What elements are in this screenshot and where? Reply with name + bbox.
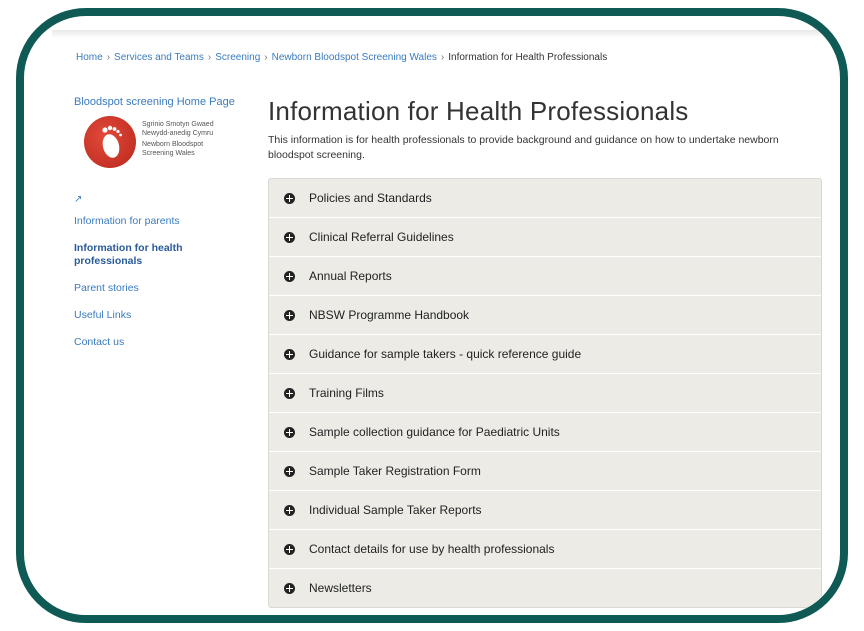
rounded-frame: Home › Services and Teams › Screening › Newbor…: [16, 8, 848, 623]
page-title: Information for Health Professionals: [268, 96, 689, 126]
breadcrumb-services[interactable]: Services and Teams: [114, 52, 204, 63]
expand-plus-icon: [284, 348, 295, 360]
logo-english-line-1: Newborn Bloodspot: [142, 141, 204, 148]
expand-plus-icon: [284, 309, 295, 321]
accordion-item-taker-reports[interactable]: Individual Sample Taker Reports: [269, 491, 821, 530]
accordion-label: Clinical Referral Guidelines: [309, 230, 454, 244]
accordion-item-newsletters[interactable]: Newsletters: [269, 569, 821, 607]
accordion-item-referral[interactable]: Clinical Referral Guidelines: [269, 218, 821, 257]
sidebar: Bloodspot screening Home Page Sgrinio Sm…: [74, 96, 244, 363]
expand-plus-icon: [284, 504, 295, 516]
nbsw-logo[interactable]: Sgrinio Smotyn Gwaed Newydd-anedig Cymru…: [84, 116, 244, 168]
expand-plus-icon: [284, 270, 295, 282]
breadcrumb-nbsw[interactable]: Newborn Bloodspot Screening Wales: [272, 52, 437, 63]
accordion: Policies and Standards Clinical Referral…: [268, 178, 822, 608]
breadcrumb-separator: ›: [106, 52, 111, 63]
accordion-item-training-films[interactable]: Training Films: [269, 374, 821, 413]
accordion-label: Sample Taker Registration Form: [309, 464, 481, 478]
accordion-item-handbook[interactable]: NBSW Programme Handbook: [269, 296, 821, 335]
expand-plus-icon: [284, 231, 295, 243]
sidebar-item-health-professionals[interactable]: Information for health professionals: [74, 242, 244, 268]
accordion-item-guidance[interactable]: Guidance for sample takers - quick refer…: [269, 335, 821, 374]
sidebar-item-useful-links[interactable]: Useful Links: [74, 309, 244, 322]
logo-welsh-line-1: Sgrinio Smotyn Gwaed: [142, 121, 214, 128]
accordion-label: Training Films: [309, 386, 384, 400]
accordion-item-contact-details[interactable]: Contact details for use by health profes…: [269, 530, 821, 569]
accordion-label: Newsletters: [309, 581, 372, 595]
breadcrumb-separator: ›: [440, 52, 445, 63]
breadcrumb-separator: ›: [264, 52, 268, 63]
sidebar-item-parents[interactable]: Information for parents: [74, 215, 244, 228]
expand-plus-icon: [284, 543, 295, 555]
accordion-label: Guidance for sample takers - quick refer…: [309, 347, 582, 361]
accordion-item-sample-collection[interactable]: Sample collection guidance for Paediatri…: [269, 413, 821, 452]
accordion-label: Policies and Standards: [309, 191, 432, 205]
bloodspot-home-link[interactable]: Bloodspot screening Home Page: [74, 96, 244, 108]
external-link-icon[interactable]: ↗: [74, 194, 244, 205]
accordion-label: Annual Reports: [309, 269, 392, 283]
breadcrumb-separator: ›: [207, 52, 212, 63]
logo-english-line-2: Screening Wales: [142, 150, 195, 157]
logo-text: Sgrinio Smotyn Gwaed Newydd-anedig Cymru…: [142, 120, 214, 158]
breadcrumb-current: Information for Health Professionals: [448, 52, 608, 63]
logo-welsh-line-2: Newydd-anedig Cymru: [142, 130, 214, 137]
expand-plus-icon: [284, 387, 295, 399]
accordion-item-annual-reports[interactable]: Annual Reports: [269, 257, 821, 296]
breadcrumb: Home › Services and Teams › Screening › Newbor…: [76, 52, 607, 63]
top-shadow: [52, 30, 832, 38]
expand-plus-icon: [284, 582, 295, 594]
expand-plus-icon: [284, 426, 295, 438]
footprint-logo-icon: [84, 116, 136, 168]
expand-plus-icon: [284, 465, 295, 477]
main-content: Information for Health Professionals Thi…: [268, 96, 828, 608]
sidebar-item-parent-stories[interactable]: Parent stories: [74, 282, 244, 295]
accordion-item-registration-form[interactable]: Sample Taker Registration Form: [269, 452, 821, 491]
sidebar-nav: Information for parents Information for …: [74, 215, 244, 349]
accordion-label: Individual Sample Taker Reports: [309, 503, 482, 517]
sidebar-item-contact-us[interactable]: Contact us: [74, 336, 244, 349]
intro-text: This information is for health professio…: [268, 134, 779, 161]
breadcrumb-screening[interactable]: Screening: [215, 52, 260, 63]
breadcrumb-home[interactable]: Home: [76, 52, 103, 63]
web-page: Home › Services and Teams › Screening › Newbor…: [52, 30, 832, 615]
expand-plus-icon: [284, 192, 295, 204]
accordion-label: NBSW Programme Handbook: [309, 308, 470, 322]
accordion-label: Sample collection guidance for Paediatri…: [309, 425, 560, 439]
accordion-item-policies[interactable]: Policies and Standards: [269, 179, 821, 218]
accordion-label: Contact details for use by health profes…: [309, 542, 555, 556]
